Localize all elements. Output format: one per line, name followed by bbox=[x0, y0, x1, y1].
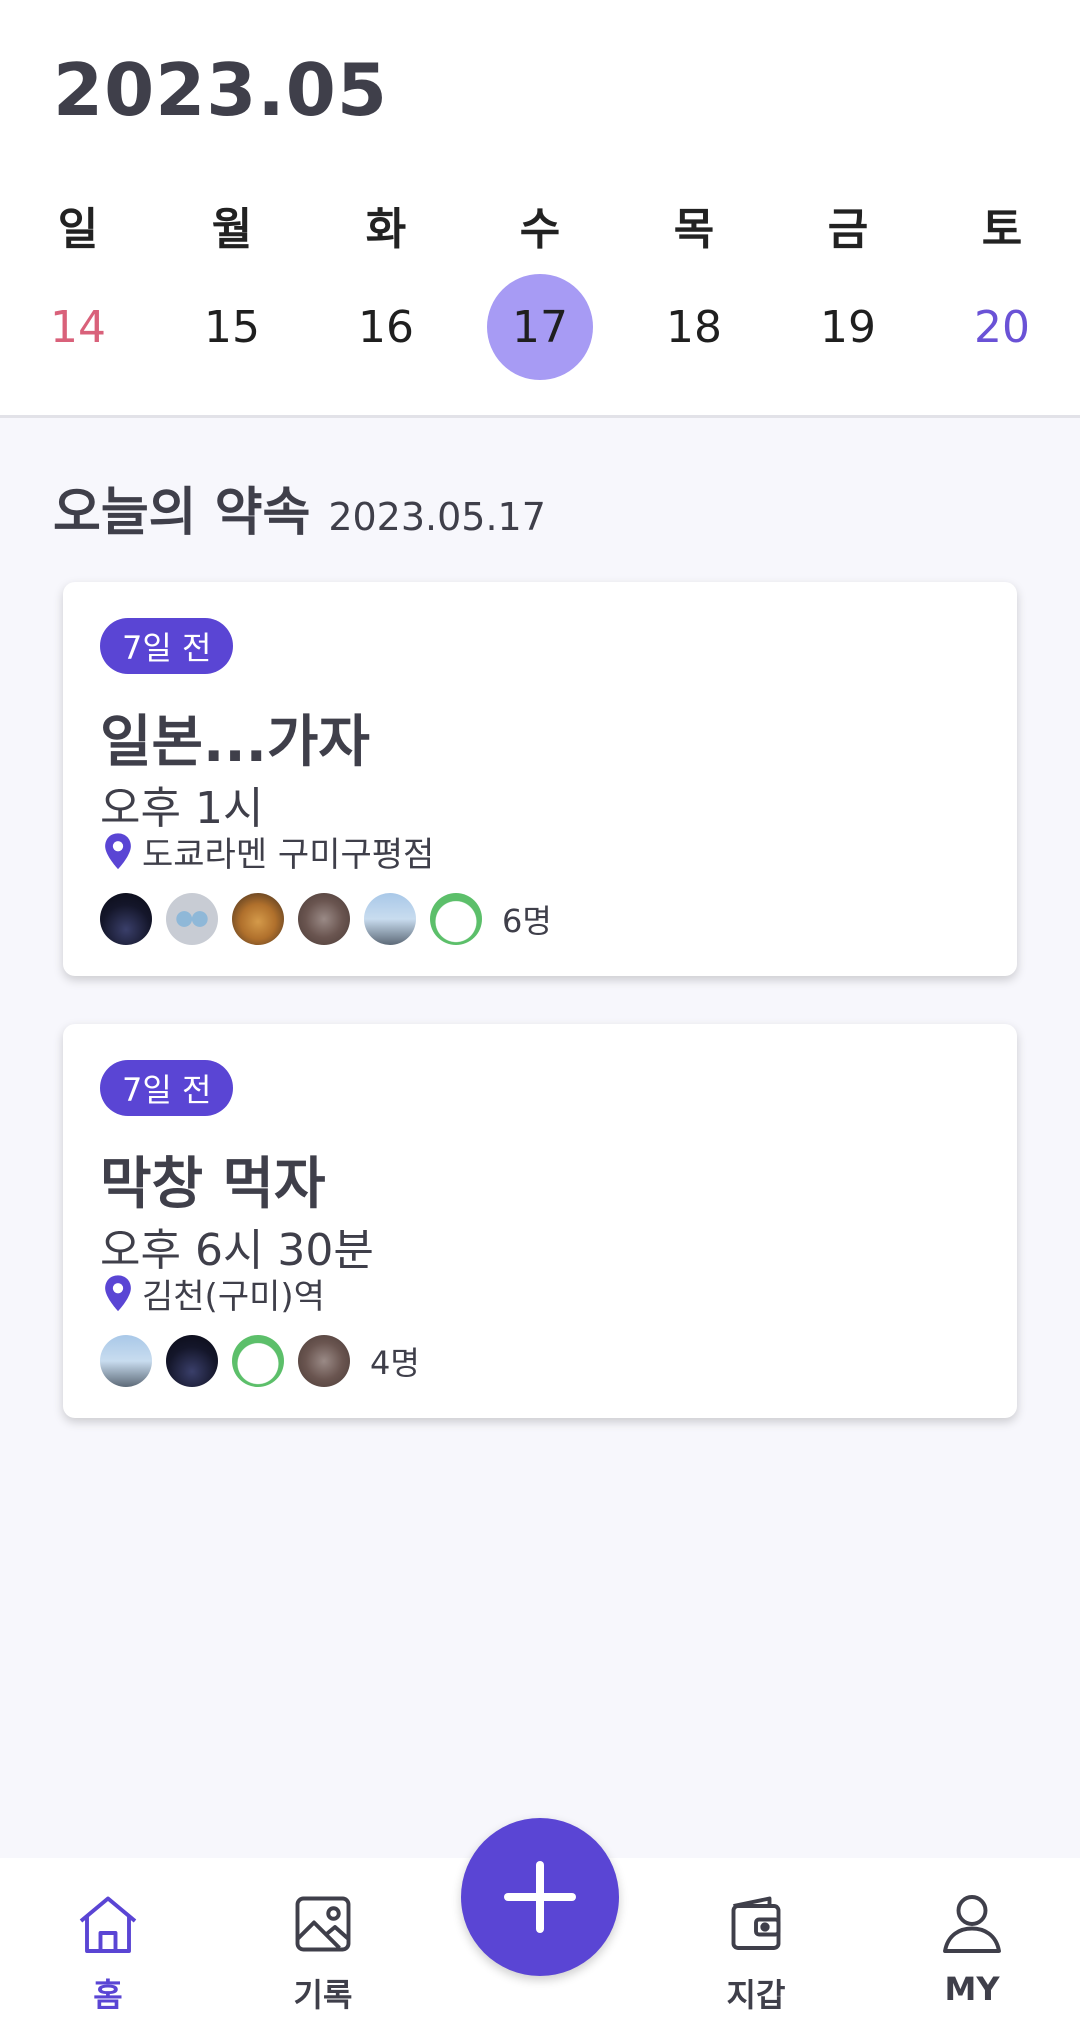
avatar bbox=[298, 893, 350, 945]
weekday-tue: 화 bbox=[365, 204, 407, 255]
appointment-location: 김천(구미)역 bbox=[100, 1269, 325, 1318]
home-icon bbox=[79, 1896, 137, 1953]
plus-icon bbox=[504, 1861, 576, 1933]
avatar bbox=[166, 893, 218, 945]
date-cell[interactable]: 14 bbox=[23, 272, 133, 382]
appointment-location: 도쿄라멘 구미구평점 bbox=[100, 827, 434, 876]
member-count: 4명 bbox=[370, 1344, 420, 1382]
date-cell[interactable]: 15 bbox=[177, 272, 287, 382]
appointment-title: 일본...가자 bbox=[100, 710, 370, 775]
member-list[interactable]: 4명 bbox=[100, 1335, 420, 1387]
appointment-card[interactable]: 7일 전 일본...가자 오후 1시 도쿄라멘 구미구평점 6명 bbox=[63, 582, 1017, 976]
nav-home-label: 홈 bbox=[93, 1976, 123, 2014]
weekday-wed: 수 bbox=[519, 204, 561, 255]
section-header: 오늘의 약속 2023.05.17 bbox=[53, 470, 546, 545]
location-text: 도쿄라멘 구미구평점 bbox=[142, 835, 435, 875]
location-pin-icon bbox=[105, 1274, 131, 1311]
weekday-thu: 목 bbox=[673, 204, 715, 255]
nav-records-label: 기록 bbox=[293, 1976, 353, 2014]
dday-badge: 7일 전 bbox=[100, 618, 234, 674]
avatar bbox=[166, 1335, 218, 1387]
weekday-row: 일 월 화 수 목 금 토 bbox=[0, 170, 1080, 280]
avatar bbox=[298, 1335, 350, 1387]
nav-wallet[interactable]: 지갑 bbox=[686, 1888, 826, 2018]
date-cell-selected[interactable]: 17 bbox=[487, 274, 593, 380]
avatar bbox=[430, 893, 482, 945]
nav-wallet-label: 지갑 bbox=[726, 1976, 786, 2014]
wallet-icon bbox=[731, 1896, 781, 1950]
avatar bbox=[100, 893, 152, 945]
member-count: 6명 bbox=[502, 902, 552, 940]
section-title: 오늘의 약속 bbox=[53, 483, 311, 543]
nav-my[interactable]: MY bbox=[902, 1888, 1042, 2018]
avatar bbox=[364, 893, 416, 945]
dday-badge: 7일 전 bbox=[100, 1060, 234, 1116]
image-icon bbox=[295, 1896, 351, 1952]
weekday-sat: 토 bbox=[981, 204, 1023, 255]
location-pin-icon bbox=[105, 832, 131, 869]
date-cell[interactable]: 16 bbox=[331, 272, 441, 382]
weekday-fri: 금 bbox=[827, 204, 869, 255]
add-appointment-button[interactable] bbox=[461, 1818, 619, 1976]
section-date: 2023.05.17 bbox=[328, 495, 546, 539]
nav-records[interactable]: 기록 bbox=[253, 1888, 393, 2018]
date-cell[interactable]: 20 bbox=[947, 272, 1057, 382]
avatar bbox=[232, 893, 284, 945]
avatar bbox=[100, 1335, 152, 1387]
avatar bbox=[232, 1335, 284, 1387]
calendar-header: 2023.05 일 월 화 수 목 금 토 14 15 16 17 18 19 … bbox=[0, 0, 1080, 418]
weekday-mon: 월 bbox=[211, 204, 253, 255]
nav-home[interactable]: 홈 bbox=[38, 1888, 178, 2018]
month-title[interactable]: 2023.05 bbox=[53, 48, 388, 132]
weekday-sun: 일 bbox=[57, 204, 99, 255]
location-text: 김천(구미)역 bbox=[142, 1277, 325, 1317]
nav-my-label: MY bbox=[944, 1970, 1000, 2008]
date-row: 14 15 16 17 18 19 20 bbox=[0, 272, 1080, 382]
person-icon bbox=[943, 1895, 1001, 1953]
date-cell[interactable]: 19 bbox=[793, 272, 903, 382]
member-list[interactable]: 6명 bbox=[100, 893, 552, 945]
date-cell[interactable]: 18 bbox=[639, 272, 749, 382]
appointment-card[interactable]: 7일 전 막창 먹자 오후 6시 30분 김천(구미)역 4명 bbox=[63, 1024, 1017, 1418]
appointment-title: 막창 먹자 bbox=[100, 1152, 326, 1217]
